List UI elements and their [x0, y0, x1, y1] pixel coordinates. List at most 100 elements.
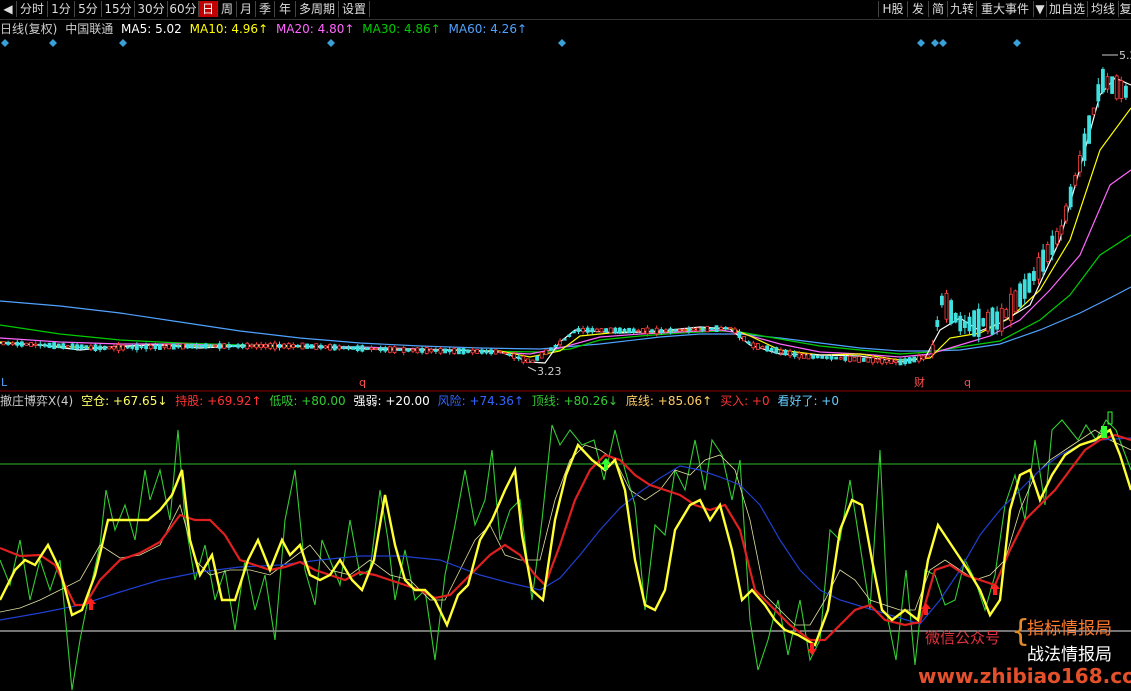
candle-body [884, 359, 889, 364]
watermark-wechat: 微信公众号 [925, 629, 1001, 647]
candle-body [958, 315, 963, 332]
candle-body [774, 347, 779, 354]
candle-body [549, 347, 553, 351]
candle-body [815, 355, 820, 359]
stock-chart-area[interactable]: 5.2 3.23 L q 财 q [0, 0, 1131, 691]
candle-body [1, 340, 6, 346]
event-marker-financial[interactable]: 财 [914, 375, 925, 389]
candle-body [52, 342, 56, 349]
candle-body [507, 353, 512, 356]
candle-body [24, 342, 29, 346]
candle-body [33, 343, 38, 346]
candle-body [15, 341, 20, 346]
candle-body [121, 344, 125, 351]
diamond-marker-icon [939, 39, 947, 47]
candle-body [466, 349, 471, 353]
candle-body [323, 345, 328, 349]
candle-body [572, 330, 576, 334]
diamond-marker-icon [917, 39, 925, 47]
candle-body [797, 352, 802, 359]
candle-body [949, 300, 953, 324]
candle-body [995, 311, 999, 330]
candle-body [456, 348, 461, 355]
candle-body [521, 355, 526, 363]
candle-body [880, 358, 884, 364]
candle-body [447, 349, 452, 353]
candle-body [318, 344, 323, 349]
diamond-marker-icon [931, 39, 939, 47]
event-diamond-markers [1, 39, 1021, 47]
candle-body [479, 349, 484, 354]
candle-body [912, 356, 917, 363]
candle-body [765, 345, 769, 352]
candle-body [999, 307, 1004, 332]
candle-body [245, 342, 250, 350]
candle-body [397, 348, 402, 352]
candle-body [162, 345, 167, 349]
candle-body [1064, 205, 1068, 222]
candle-body [723, 327, 728, 330]
candle-body [328, 343, 333, 351]
candle-body [203, 343, 208, 349]
candle-body [825, 356, 829, 359]
candle-body [1059, 225, 1064, 235]
candle-body [622, 328, 627, 333]
watermark-url: www.zhibiao168.com [918, 664, 1131, 688]
candle-body [217, 343, 222, 349]
candle-body [953, 312, 958, 323]
candle-body [433, 349, 438, 352]
diamond-marker-icon [119, 39, 127, 47]
diamond-marker-icon [558, 39, 566, 47]
candle-body [1013, 290, 1018, 313]
candle-body [719, 326, 723, 330]
candle-body [691, 328, 696, 332]
candle-body [677, 329, 682, 332]
candle-body [687, 328, 691, 332]
candle-body [696, 327, 700, 332]
candle-body [314, 343, 319, 350]
candle-body [89, 345, 93, 350]
candle-body [93, 344, 98, 351]
dixi-green-line [0, 419, 1131, 691]
candle-body [199, 344, 204, 348]
kongcang-yellow-line [0, 428, 1131, 647]
candle-body [857, 356, 861, 363]
candle-body [1041, 249, 1045, 272]
candle-body [668, 328, 673, 333]
candle-body [194, 344, 199, 348]
candle-body [792, 352, 797, 357]
candle-body [102, 345, 107, 350]
candle-body [526, 358, 530, 364]
candle-body [47, 342, 52, 348]
candle-body [346, 346, 351, 350]
candle-body [963, 321, 967, 329]
candle-body [618, 327, 622, 334]
candle-body [981, 318, 986, 327]
candle-body [263, 344, 268, 348]
candle-body [558, 340, 562, 346]
candle-body [811, 354, 815, 359]
candle-body [599, 328, 604, 333]
candle-body [631, 328, 636, 333]
candle-body [415, 347, 420, 354]
candle-body [1018, 283, 1022, 307]
candle-body [6, 341, 10, 345]
candle-body [1101, 68, 1105, 93]
event-marker-left[interactable]: L [1, 376, 8, 389]
candle-body [530, 359, 535, 364]
hold-block-icon [1101, 426, 1107, 438]
candle-body [779, 349, 783, 354]
candle-body [976, 308, 981, 337]
candle-body [268, 343, 273, 349]
candle-body [291, 343, 296, 349]
candle-body [907, 357, 912, 364]
candle-body [222, 343, 227, 349]
candle-body [98, 345, 102, 351]
candle-body [935, 320, 940, 327]
event-marker-q1[interactable]: q [359, 376, 366, 389]
event-marker-q2[interactable]: q [964, 376, 971, 389]
candle-body [410, 348, 415, 352]
low-price-label: 3.23 [537, 365, 562, 378]
candle-body [843, 356, 848, 361]
candle-body [990, 307, 995, 335]
